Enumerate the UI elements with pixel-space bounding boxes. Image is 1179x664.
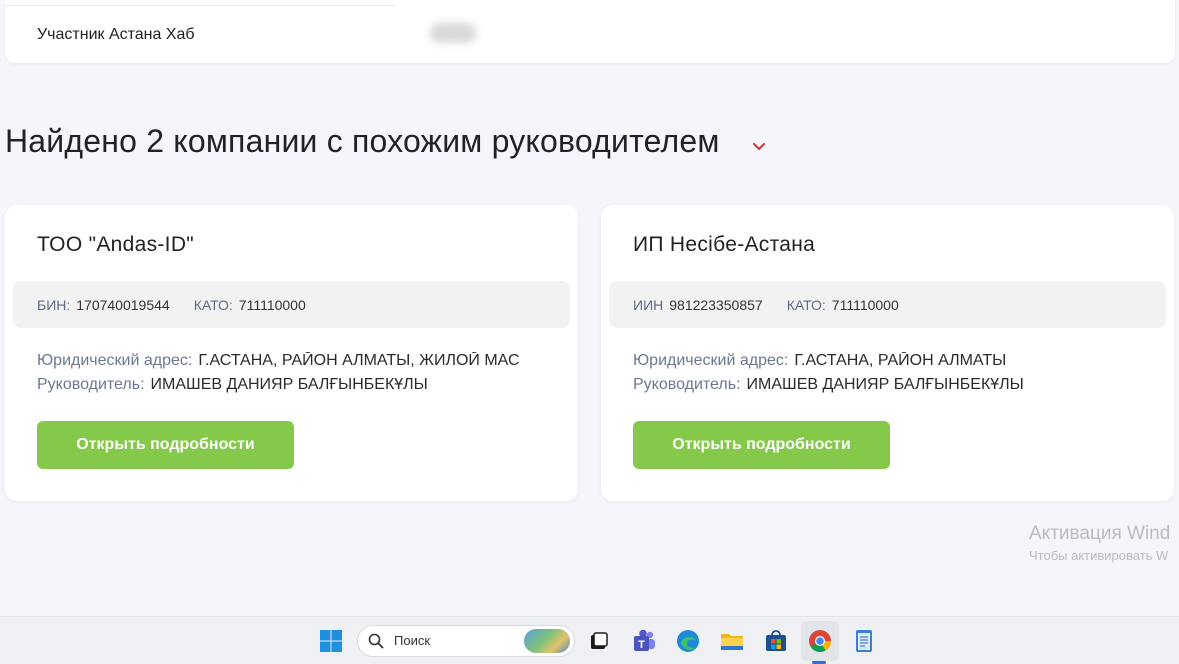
file-explorer-icon[interactable] — [717, 626, 747, 656]
legal-address-value: Г.АСТАНА, РАЙОН АЛМАТЫ, ЖИЛОЙ МАС — [198, 352, 520, 369]
iin-value: 981223350857 — [669, 296, 763, 313]
task-view-icon[interactable] — [584, 626, 614, 656]
head-value: ИМАШЕВ ДАНИЯР БАЛҒЫНБЕКҰЛЫ — [746, 376, 1024, 393]
iin-label: ИИН — [633, 296, 664, 313]
open-details-button[interactable]: Открыть подробности — [37, 421, 294, 469]
taskbar-search[interactable]: Поиск — [357, 625, 575, 657]
legal-address-value: Г.АСТАНА, РАЙОН АЛМАТЫ — [794, 352, 1007, 369]
open-details-button[interactable]: Открыть подробности — [633, 421, 890, 469]
company-name: ИП Несібе-Астана — [633, 233, 816, 256]
bin-label: БИН: — [37, 296, 71, 313]
edge-icon[interactable] — [673, 626, 703, 656]
kato-label: КАТО: — [786, 296, 826, 313]
company-ids: ИИН 981223350857 КАТО: 711110000 — [609, 281, 1166, 328]
legal-address: Юридический адрес: Г.АСТАНА, РАЙОН АЛМАТЫ… — [37, 352, 547, 370]
member-card: Участник Астана Хаб — [5, 0, 1175, 63]
windows-start-icon[interactable] — [316, 626, 346, 656]
activation-watermark: Активация Wind Чтобы активировать W — [1029, 523, 1170, 563]
page: Участник Астана Хаб Найдено 2 компании с… — [0, 0, 1179, 616]
head-value: ИМАШЕВ ДАНИЯР БАЛҒЫНБЕКҰЛЫ — [150, 376, 428, 393]
chevron-down-icon[interactable] — [750, 137, 768, 155]
search-highlight-image — [524, 629, 570, 653]
search-icon — [368, 633, 384, 649]
head-label: Руководитель: — [37, 376, 145, 393]
watermark-subtitle: Чтобы активировать W — [1029, 548, 1169, 563]
legal-address-label: Юридический адрес: — [633, 352, 789, 369]
divider — [5, 5, 395, 6]
company-head: Руководитель: ИМАШЕВ ДАНИЯР БАЛҒЫНБЕКҰЛЫ — [37, 376, 547, 394]
blurred-value — [430, 23, 476, 43]
company-ids: БИН: 170740019544 КАТО: 711110000 — [13, 281, 570, 328]
taskbar: Поиск T — [0, 616, 1179, 664]
bin-value: 170740019544 — [76, 296, 170, 313]
watermark-title: Активация Wind — [1029, 523, 1171, 544]
company-name: ТОО "Andas-ID" — [37, 233, 195, 256]
member-label: Участник Астана Хаб — [37, 26, 195, 43]
company-head: Руководитель: ИМАШЕВ ДАНИЯР БАЛҒЫНБЕКҰЛЫ — [633, 376, 1143, 394]
svg-text:T: T — [638, 639, 645, 651]
chrome-icon[interactable] — [805, 626, 835, 656]
notepad-icon[interactable] — [849, 626, 879, 656]
head-label: Руководитель: — [633, 376, 741, 393]
legal-address-label: Юридический адрес: — [37, 352, 193, 369]
teams-icon[interactable]: T — [629, 626, 659, 656]
store-icon[interactable] — [761, 626, 791, 656]
search-placeholder: Поиск — [394, 633, 431, 648]
kato-label: КАТО: — [193, 296, 233, 313]
legal-address: Юридический адрес: Г.АСТАНА, РАЙОН АЛМАТЫ — [633, 352, 1143, 370]
kato-value: 711110000 — [831, 296, 899, 313]
company-card: ТОО "Andas-ID" БИН: 170740019544 КАТО: 7… — [5, 205, 578, 501]
company-card: ИП Несібе-Астана ИИН 981223350857 КАТО: … — [601, 205, 1174, 501]
kato-value: 711110000 — [238, 296, 306, 313]
section-title: Найдено 2 компании с похожим руководител… — [5, 123, 720, 159]
